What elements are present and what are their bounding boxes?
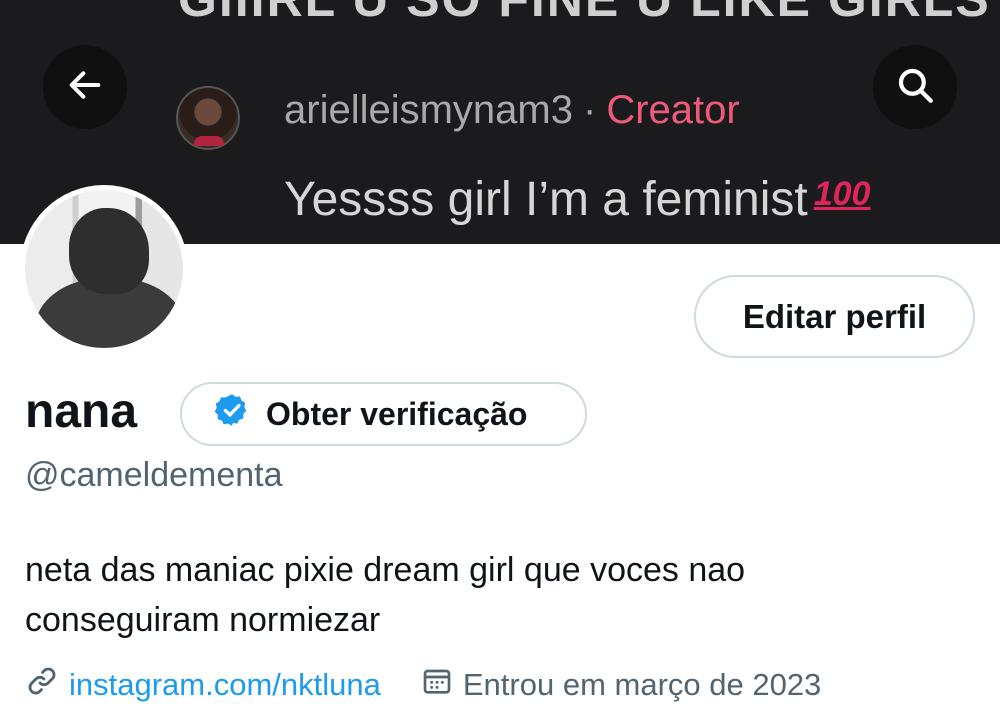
banner-comment-text: Yessss girl I’m a feminist 100 <box>284 172 870 227</box>
search-icon <box>894 64 936 111</box>
calendar-icon <box>421 665 463 705</box>
banner-reply-text: Yessss girl I’m a feminist <box>284 173 808 226</box>
bio-line: conseguiram normiezar <box>25 601 381 639</box>
profile-meta: instagram.com/nktluna Entrou em março de… <box>25 665 821 705</box>
hundred-points-icon: 100 <box>813 175 871 213</box>
get-verified-label: Obter verificação <box>266 395 528 432</box>
banner-creator-label: Creator <box>606 88 740 132</box>
join-date: Entrou em março de 2023 <box>421 665 821 705</box>
display-name: nana <box>25 385 138 438</box>
link-icon <box>25 664 69 706</box>
banner-separator: · <box>582 88 597 132</box>
banner-caption-text: GIIIRL U SO FINE U LIKE GIRLS? <box>178 0 1000 28</box>
banner-comment-header: arielleismynam3 · Creator <box>284 88 740 133</box>
profile-avatar[interactable] <box>20 185 188 353</box>
banner-comment-avatar <box>176 86 240 150</box>
bio-line: neta das maniac pixie dream girl que voc… <box>25 551 746 589</box>
profile-handle: @cameldementa <box>25 456 283 494</box>
avatar-photo <box>25 190 183 348</box>
verified-badge-icon <box>214 392 266 436</box>
arrow-left-icon <box>65 65 105 110</box>
banner-comment-username: arielleismynam3 <box>284 88 573 132</box>
search-button[interactable] <box>873 45 957 129</box>
edit-profile-button[interactable]: Editar perfil <box>694 275 975 358</box>
profile-website-link[interactable]: instagram.com/nktluna <box>25 664 381 706</box>
back-button[interactable] <box>43 45 127 129</box>
website-link-text: instagram.com/nktluna <box>69 667 381 702</box>
profile-bio: neta das maniac pixie dream girl que voc… <box>25 545 925 645</box>
join-date-text: Entrou em março de 2023 <box>462 667 822 702</box>
get-verified-button[interactable]: Obter verificação <box>180 382 587 446</box>
